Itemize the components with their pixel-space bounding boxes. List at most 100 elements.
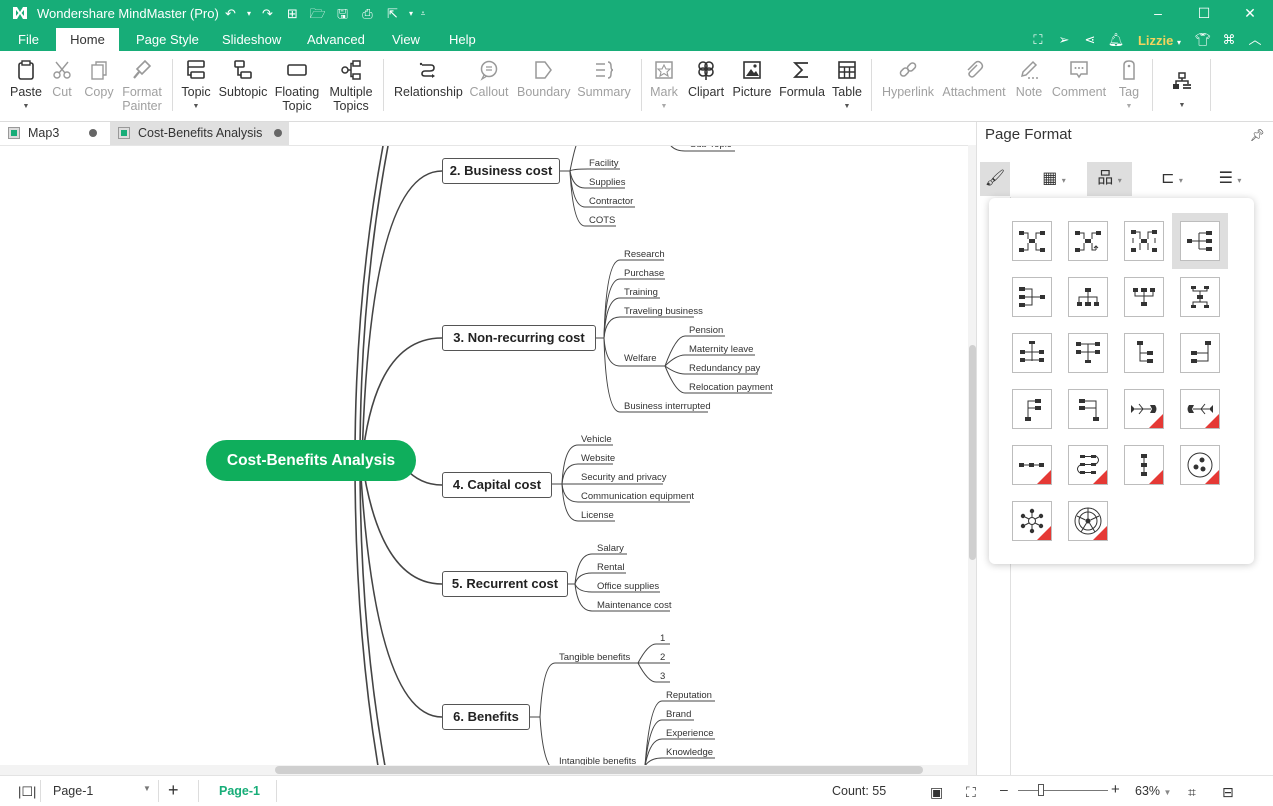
note-button[interactable]: Note bbox=[1014, 59, 1044, 99]
tab-page-style[interactable]: Page Style bbox=[124, 28, 211, 51]
subtopic[interactable]: Website bbox=[581, 453, 615, 464]
subtopic[interactable]: Facility bbox=[589, 158, 619, 169]
add-page-icon[interactable]: + bbox=[168, 780, 179, 801]
subtopic[interactable]: Communication equipment bbox=[581, 491, 694, 502]
subtopic[interactable]: Purchase bbox=[624, 268, 664, 279]
mark-button[interactable]: Mark ▼ bbox=[650, 59, 678, 114]
subtopic[interactable]: Maternity leave bbox=[689, 344, 753, 355]
subtopic[interactable]: Training bbox=[624, 287, 658, 298]
layout-option-org-chart-down[interactable] bbox=[1068, 277, 1108, 317]
topic-benefits[interactable]: 6. Benefits bbox=[442, 704, 530, 730]
maximize-button[interactable]: ☐ bbox=[1181, 0, 1227, 26]
share-icon[interactable]: ⋖ bbox=[1080, 30, 1100, 50]
cut-button[interactable]: Cut bbox=[50, 59, 74, 99]
fit-width-icon[interactable]: ⊟ bbox=[1222, 784, 1234, 801]
publish-icon[interactable]: ➢ bbox=[1054, 30, 1074, 50]
customize-icon[interactable]: ⩡ bbox=[417, 4, 429, 24]
layout-option-org-chart-up[interactable] bbox=[1124, 277, 1164, 317]
print-icon[interactable]: ⎙ bbox=[355, 4, 380, 24]
export-icon[interactable]: ⇱ bbox=[380, 4, 405, 24]
new-icon[interactable]: ⊞ bbox=[280, 4, 305, 24]
subtopic[interactable]: Knowledge bbox=[666, 747, 713, 758]
tab-view[interactable]: View bbox=[380, 28, 432, 51]
user-menu[interactable]: Lizzie ▾ bbox=[1138, 33, 1181, 48]
close-button[interactable]: ✕ bbox=[1227, 0, 1273, 26]
subtopic[interactable]: 3 bbox=[660, 671, 665, 682]
subtopic[interactable]: License bbox=[581, 510, 614, 521]
formula-button[interactable]: Formula bbox=[779, 59, 825, 99]
layout-option-mind-map[interactable] bbox=[1012, 221, 1052, 261]
layout-option-tree-right[interactable] bbox=[1124, 333, 1164, 373]
tab-advanced[interactable]: Advanced bbox=[295, 28, 377, 51]
connector-tab[interactable]: ⊏ ▾ bbox=[1147, 162, 1197, 196]
collapse-ribbon-icon[interactable]: ︿ bbox=[1245, 30, 1265, 50]
theme-grid-tab[interactable]: ▦ ▾ bbox=[1029, 162, 1079, 196]
layout-option-tree-up-both[interactable] bbox=[1068, 333, 1108, 373]
numbering-tab[interactable]: ☰ ▾ bbox=[1205, 162, 1255, 196]
tab-home[interactable]: Home bbox=[56, 28, 119, 51]
subtopic-button[interactable]: Subtopic bbox=[218, 59, 268, 99]
subtopic[interactable]: Rental bbox=[597, 562, 624, 573]
theme-icon[interactable]: 👕︎ bbox=[1193, 30, 1213, 50]
layout-option-mind-map-clockwise[interactable] bbox=[1068, 221, 1108, 261]
callout-button[interactable]: Callout bbox=[469, 59, 509, 99]
relationship-button[interactable]: Relationship bbox=[394, 59, 463, 99]
doc-tab-map3[interactable]: Map3 bbox=[0, 122, 108, 145]
layout-option-timeline-horizontal[interactable] bbox=[1012, 445, 1052, 485]
layout-option-tree-left-up[interactable] bbox=[1068, 389, 1108, 429]
subtopic[interactable]: Security and privacy bbox=[581, 472, 667, 483]
zoom-level[interactable]: 63% ▼ bbox=[1135, 784, 1171, 798]
picture-button[interactable]: Picture bbox=[732, 59, 772, 99]
layout-button[interactable]: ▼ bbox=[1168, 71, 1196, 113]
summary-button[interactable]: Summary bbox=[576, 59, 632, 99]
table-button[interactable]: Table ▼ bbox=[832, 59, 862, 114]
multiple-topics-button[interactable]: Multiple Topics bbox=[327, 59, 375, 113]
layout-option-tree-both[interactable] bbox=[1012, 333, 1052, 373]
layout-option-org-chart-both[interactable] bbox=[1180, 277, 1220, 317]
paste-button[interactable]: Paste ▼ bbox=[10, 59, 42, 114]
subtopic[interactable]: Salary bbox=[597, 543, 624, 554]
pin-icon[interactable]: 📌︎ bbox=[1250, 128, 1265, 142]
clipart-button[interactable]: Clipart bbox=[687, 59, 725, 99]
subtopic[interactable]: 2 bbox=[660, 652, 665, 663]
subtopic[interactable]: Sub Topic bbox=[690, 146, 732, 150]
open-icon[interactable]: 🗁 bbox=[305, 4, 330, 24]
tab-help[interactable]: Help bbox=[437, 28, 488, 51]
fit-page-icon[interactable]: ▣ bbox=[930, 784, 943, 801]
topic-non-recurring-cost[interactable]: 3. Non-recurring cost bbox=[442, 325, 596, 351]
notification-icon[interactable]: 🔔︎ bbox=[1106, 30, 1126, 50]
topic-button[interactable]: Topic ▼ bbox=[180, 59, 212, 114]
attachment-button[interactable]: Attachment bbox=[941, 59, 1007, 99]
topic-business-cost[interactable]: 2. Business cost bbox=[442, 158, 560, 184]
zoom-slider-handle[interactable] bbox=[1037, 784, 1044, 796]
page-tab[interactable]: Page-1 bbox=[219, 784, 260, 798]
layout-option-right-map[interactable] bbox=[1180, 221, 1220, 261]
subtopic[interactable]: Intangible benefits bbox=[559, 756, 636, 765]
central-topic[interactable]: Cost-Benefits Analysis bbox=[206, 440, 416, 481]
apps-icon[interactable]: ⌘ bbox=[1219, 30, 1239, 50]
tag-button[interactable]: Tag ▼ bbox=[1116, 59, 1142, 114]
subtopic[interactable]: Supplies bbox=[589, 177, 625, 188]
scrollbar-thumb[interactable] bbox=[969, 345, 976, 560]
subtopic[interactable]: Vehicle bbox=[581, 434, 612, 445]
hyperlink-button[interactable]: Hyperlink bbox=[880, 59, 936, 99]
undo-dropdown-icon[interactable]: ▾ bbox=[243, 4, 255, 24]
undo-icon[interactable]: ↶ bbox=[218, 4, 243, 24]
scrollbar-thumb[interactable] bbox=[275, 766, 923, 774]
layout-option-sector-map[interactable] bbox=[1068, 501, 1108, 541]
comment-button[interactable]: Comment bbox=[1050, 59, 1108, 99]
layout-option-mind-map-anticlockwise[interactable] bbox=[1124, 221, 1164, 261]
subtopic[interactable]: Reputation bbox=[666, 690, 712, 701]
doc-tab-cost-benefits-analysis[interactable]: Cost-Benefits Analysis bbox=[110, 122, 289, 145]
subtopic[interactable]: Welfare bbox=[624, 353, 657, 364]
redo-icon[interactable]: ↷ bbox=[255, 4, 280, 24]
subtopic[interactable]: Business interrupted bbox=[624, 401, 711, 412]
subtopic[interactable]: Traveling business bbox=[624, 306, 703, 317]
subtopic[interactable]: COTS bbox=[589, 215, 615, 226]
mindmap-canvas[interactable]: Cost-Benefits Analysis 2. Business cost … bbox=[0, 145, 968, 765]
subtopic[interactable]: Pension bbox=[689, 325, 723, 336]
subtopic[interactable]: Contractor bbox=[589, 196, 633, 207]
subtopic[interactable]: Experience bbox=[666, 728, 714, 739]
save-icon[interactable]: 🖫 bbox=[330, 4, 355, 24]
format-painter-tab[interactable]: 🖌︎ bbox=[980, 162, 1010, 196]
